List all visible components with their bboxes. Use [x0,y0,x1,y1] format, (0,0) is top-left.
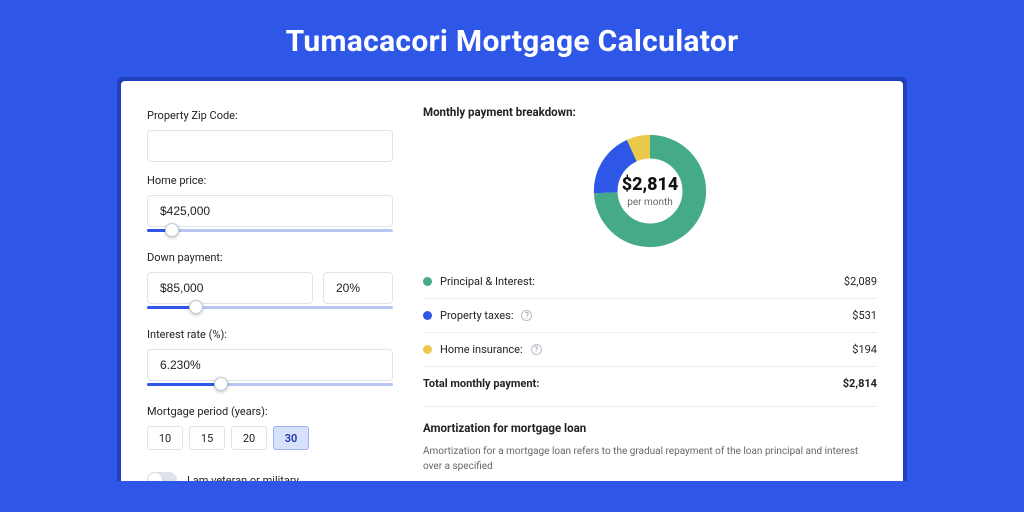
info-icon[interactable]: ? [521,310,532,321]
period-buttons: 10152030 [147,426,393,450]
home-price-slider[interactable] [147,223,393,239]
amortization-body: Amortization for a mortgage loan refers … [423,445,877,474]
amortization-title: Amortization for mortgage loan [423,421,877,435]
period-button-20[interactable]: 20 [231,426,267,450]
info-icon[interactable]: ? [531,344,542,355]
donut-sub: per month [627,197,673,208]
legend-dot-icon [423,277,432,286]
period-button-30[interactable]: 30 [273,426,309,450]
legend-label: Home insurance: [440,343,523,356]
legend-row: Property taxes:? $531 [423,298,877,332]
result-column: Monthly payment breakdown: $2,814 per mo… [423,105,877,481]
slider-thumb-icon[interactable] [165,223,179,237]
card-outer: Property Zip Code: Home price: Down paym… [117,77,907,481]
donut-amount: $2,814 [622,174,679,195]
legend: Principal & Interest: $2,089 Property taxe… [423,271,877,366]
period-button-10[interactable]: 10 [147,426,183,450]
legend-row: Principal & Interest: $2,089 [423,271,877,298]
calculator-card: Property Zip Code: Home price: Down paym… [121,81,903,481]
period-label: Mortgage period (years): [147,405,393,418]
legend-label: Property taxes: [440,309,513,322]
down-payment-label: Down payment: [147,251,393,264]
total-row: Total monthly payment: $2,814 [423,366,877,400]
donut-chart: $2,814 per month [423,129,877,253]
legend-value: $531 [852,309,877,322]
interest-slider[interactable] [147,377,393,393]
veteran-label: I am veteran or military [187,474,299,482]
zip-input[interactable] [147,130,393,162]
page-title: Tumacacori Mortgage Calculator [0,0,1024,77]
amortization-section: Amortization for mortgage loan Amortizat… [423,406,877,474]
form-column: Property Zip Code: Home price: Down paym… [147,105,393,481]
veteran-toggle[interactable] [147,472,177,481]
breakdown-title: Monthly payment breakdown: [423,105,877,119]
legend-dot-icon [423,345,432,354]
home-price-label: Home price: [147,174,393,187]
legend-dot-icon [423,311,432,320]
interest-label: Interest rate (%): [147,328,393,341]
legend-value: $2,089 [844,275,877,288]
zip-label: Property Zip Code: [147,109,393,122]
slider-thumb-icon[interactable] [189,300,203,314]
legend-row: Home insurance:? $194 [423,332,877,366]
legend-value: $194 [852,343,877,356]
total-label: Total monthly payment: [423,377,539,390]
total-value: $2,814 [843,377,877,390]
down-payment-slider[interactable] [147,300,393,316]
slider-thumb-icon[interactable] [214,377,228,391]
period-button-15[interactable]: 15 [189,426,225,450]
legend-label: Principal & Interest: [440,275,535,288]
